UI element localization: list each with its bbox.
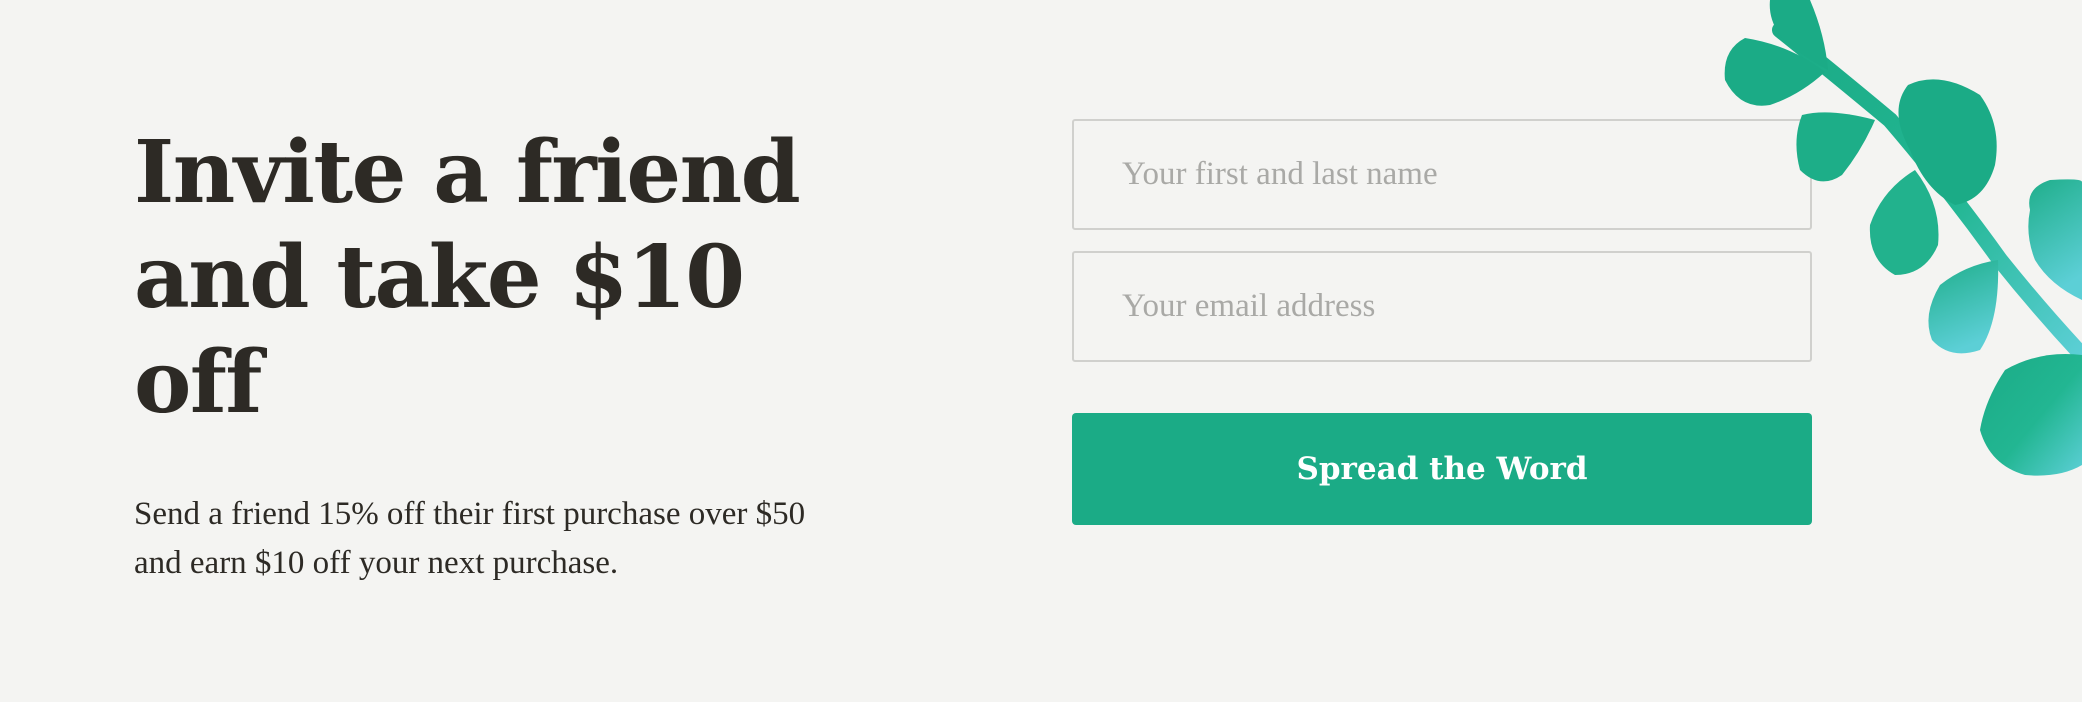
eucalyptus-branch-icon xyxy=(1724,0,2082,476)
promo-headline: Invite a friend and take $10 off xyxy=(134,122,801,433)
promo-description: Send a friend 15% off their first purcha… xyxy=(134,496,806,581)
